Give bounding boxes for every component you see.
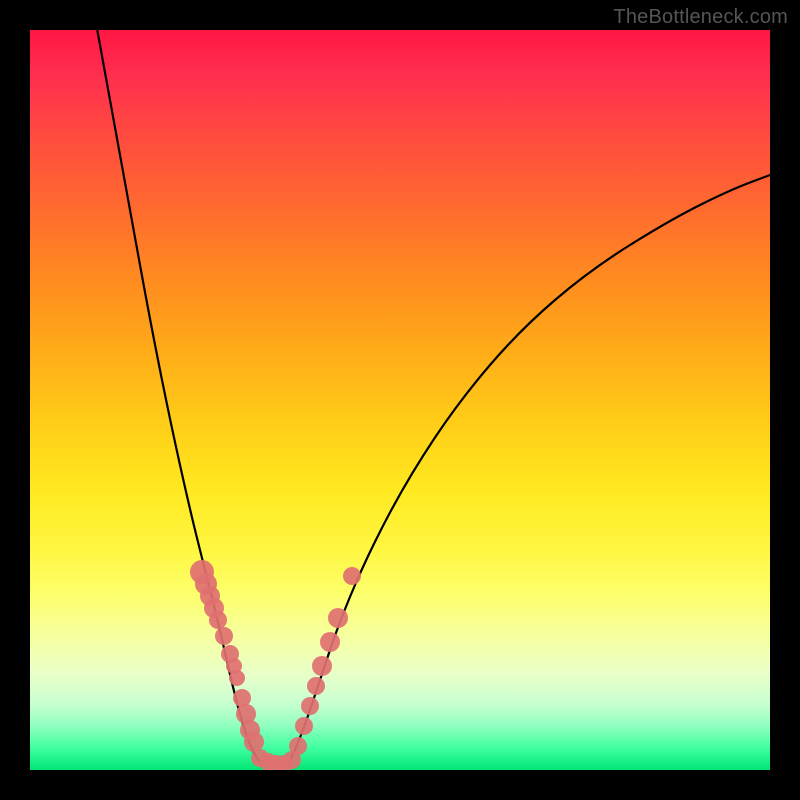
data-bead	[295, 717, 313, 735]
data-bead	[328, 608, 348, 628]
data-bead	[244, 732, 264, 752]
data-bead	[301, 697, 319, 715]
data-bead	[209, 611, 227, 629]
plot-area	[30, 30, 770, 770]
data-bead	[343, 567, 361, 585]
watermark-text: TheBottleneck.com	[613, 6, 788, 29]
data-bead	[215, 627, 233, 645]
curve-overlay	[30, 30, 770, 770]
data-bead	[229, 670, 245, 686]
data-bead	[307, 677, 325, 695]
data-bead	[289, 737, 307, 755]
data-beads-group	[190, 560, 361, 770]
data-bead	[312, 656, 332, 676]
data-bead	[320, 632, 340, 652]
v-curve-right	[288, 175, 770, 765]
